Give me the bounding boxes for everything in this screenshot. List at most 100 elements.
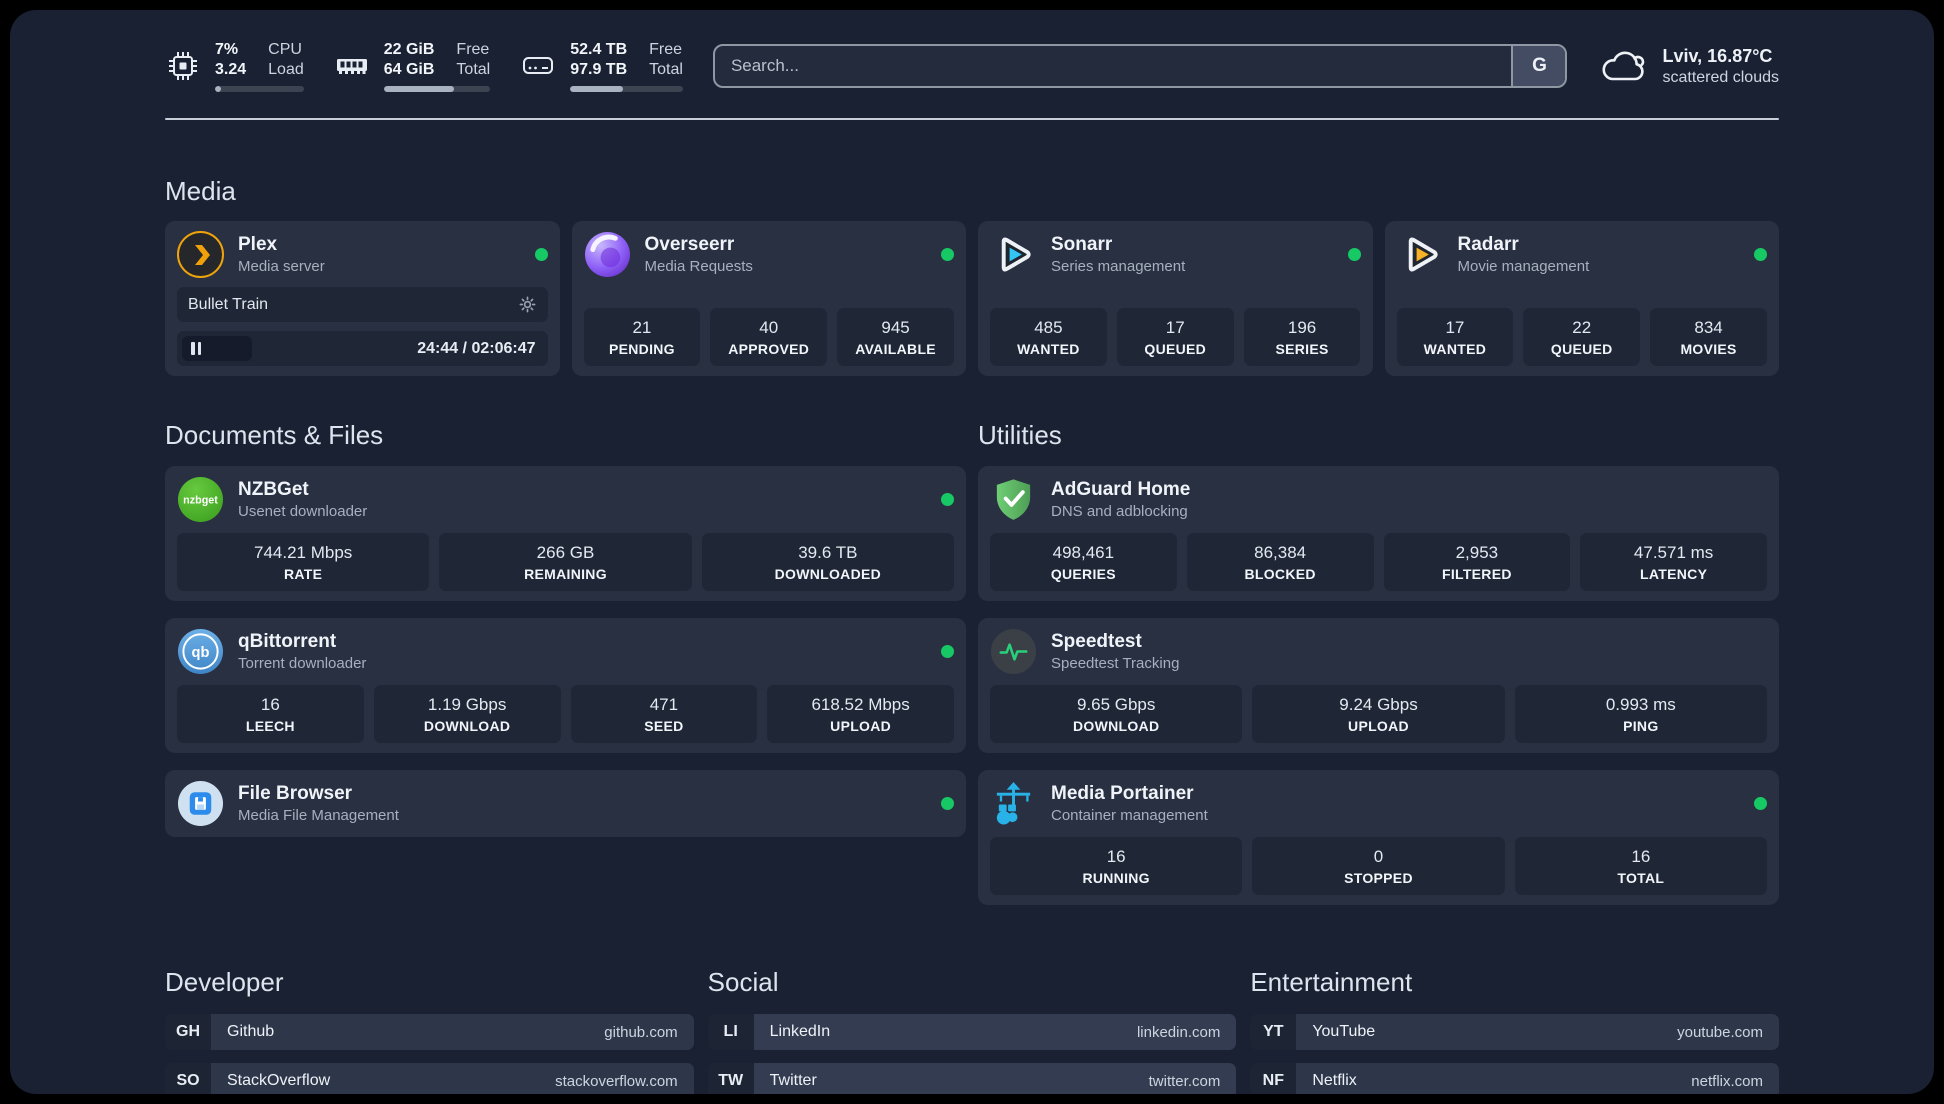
nzbget-icon: nzbget [177, 476, 224, 523]
ram-icon [334, 48, 370, 84]
link-badge: NF [1250, 1063, 1297, 1094]
app-subtitle: Series management [1051, 258, 1186, 275]
disk-total-value: 97.9 TB [570, 61, 628, 78]
stat-tile: 945 AVAILABLE [837, 308, 954, 366]
status-dot [941, 248, 954, 261]
app-name: Media Portainer [1051, 783, 1194, 804]
app-card-overseerr[interactable]: Overseerr Media Requests 21 PENDING 40 APP… [571, 221, 966, 376]
google-search-button[interactable]: G [1511, 46, 1566, 86]
link-name: YouTube [1312, 1023, 1376, 1040]
stat-tile: 618.52 Mbps UPLOAD [767, 685, 954, 743]
svg-text:qb: qb [192, 645, 210, 661]
link-badge: LI [707, 1014, 754, 1050]
app-subtitle: Speedtest Tracking [1051, 655, 1180, 672]
stat-tile: 498,461 QUERIES [990, 533, 1177, 591]
ram-progress-bar [383, 86, 491, 92]
app-subtitle: Container management [1051, 807, 1208, 824]
app-card-plex[interactable]: Plex Media server Bullet Train 24:44 / 0… [165, 221, 560, 376]
cpu-usage-value: 7% [215, 41, 239, 58]
link-badge: SO [165, 1063, 211, 1094]
stat-tile: 1.19 Gbps DOWNLOAD [373, 685, 561, 743]
app-card-qbittorrent[interactable]: qb qBittorrent Torrent downloader 16 LEEC… [165, 618, 966, 753]
ram-total-value: 64 GiB [383, 61, 435, 78]
link-row-stackoverflow[interactable]: SO StackOverflow stackoverflow.com [165, 1063, 694, 1094]
disk-icon [520, 48, 556, 84]
app-subtitle: Usenet downloader [238, 503, 368, 520]
app-subtitle: Torrent downloader [238, 655, 367, 672]
app-name: File Browser [238, 783, 353, 804]
app-card-portainer[interactable]: Media Portainer Container management 16 R… [978, 770, 1779, 905]
stat-tile: 86,384 BLOCKED [1186, 533, 1374, 591]
stat-tile: 2,953 FILTERED [1383, 533, 1571, 591]
status-dot [941, 645, 954, 658]
sonarr-icon [990, 231, 1037, 278]
app-card-speedtest[interactable]: Speedtest Speedtest Tracking 9.65 Gbps DO… [978, 618, 1779, 753]
stat-tile: 266 GB REMAINING [439, 533, 692, 591]
link-name: Twitter [769, 1072, 817, 1089]
plex-icon [177, 231, 224, 278]
link-url: youtube.com [1677, 1023, 1763, 1041]
status-dot [534, 248, 548, 261]
top-bar: 7% 3.24 CPU Load 22 GiB 64 GiB Free Tota… [165, 40, 1779, 92]
app-card-filebrowser[interactable]: File Browser Media File Management [165, 770, 966, 837]
stat-tile: 744.21 Mbps RATE [177, 533, 430, 591]
stat-tile: 16 LEECH [177, 685, 364, 743]
app-card-nzbget[interactable]: nzbget NZBGet Usenet downloader 744.21 M… [165, 466, 966, 601]
stat-tile: 9.65 Gbps DOWNLOAD [990, 685, 1243, 743]
stat-tile: 196 SERIES [1243, 308, 1361, 366]
ram-free-value: 22 GiB [383, 41, 435, 58]
link-name: Netflix [1312, 1072, 1357, 1089]
app-card-adguard[interactable]: AdGuard Home DNS and adblocking 498,461 Q… [978, 466, 1779, 601]
stat-tile: 9.24 Gbps UPLOAD [1252, 685, 1505, 743]
cpu-usage-label: CPU [268, 41, 302, 58]
weather-condition: scattered clouds [1662, 68, 1779, 86]
app-card-radarr[interactable]: Radarr Movie management 17 WANTED 22 QUEUE… [1384, 221, 1779, 376]
link-row-youtube[interactable]: YT YouTube youtube.com [1250, 1014, 1779, 1050]
app-card-sonarr[interactable]: Sonarr Series management 485 WANTED 17 QUE… [978, 221, 1373, 376]
stat-tile: 21 PENDING [583, 308, 701, 366]
cpu-icon [165, 48, 201, 84]
utilities-column: Utilities AdGuard Home DNS and adblockin… [978, 420, 1779, 905]
weather-location-temp: Lviv, 16.87°C [1662, 45, 1773, 66]
status-dot [1347, 248, 1361, 261]
section-title-social: Social [707, 967, 779, 997]
gear-icon[interactable] [518, 295, 537, 314]
app-subtitle: Media Requests [644, 258, 753, 275]
link-badge: GH [165, 1014, 211, 1050]
social-links-column: Social LI LinkedIn linkedin.com TW Twitt… [707, 967, 1237, 1094]
stat-tile: 471 SEED [570, 685, 758, 743]
search-input[interactable] [712, 44, 1568, 88]
stat-tile: 47.571 ms LATENCY [1580, 533, 1767, 591]
stat-tile: 16 RUNNING [990, 837, 1243, 895]
pause-button[interactable] [182, 336, 253, 361]
link-name: LinkedIn [769, 1023, 831, 1040]
header-divider [165, 118, 1779, 120]
stat-tile: 0 STOPPED [1252, 837, 1505, 895]
link-row-linkedin[interactable]: LI LinkedIn linkedin.com [707, 1014, 1237, 1050]
qbittorrent-icon: qb [177, 628, 224, 675]
link-row-netflix[interactable]: NF Netflix netflix.com [1250, 1063, 1779, 1094]
disk-total-label: Total [649, 61, 683, 78]
overseerr-icon [584, 231, 631, 278]
search-bar: G [712, 44, 1568, 88]
link-row-github[interactable]: GH Github github.com [165, 1014, 694, 1050]
stat-tile: 17 QUEUED [1116, 308, 1234, 366]
status-dot [941, 797, 954, 810]
app-subtitle: Media server [238, 258, 325, 275]
app-name: NZBGet [238, 479, 309, 500]
documents-column: Documents & Files nzbget NZBGet Usenet d… [165, 420, 966, 905]
radarr-icon [1397, 231, 1444, 278]
now-playing-row: Bullet Train [177, 287, 548, 322]
disk-free-value: 52.4 TB [570, 41, 628, 58]
section-title-developer: Developer [165, 967, 284, 997]
media-grid: Plex Media server Bullet Train 24:44 / 0… [165, 221, 1779, 376]
dashboard-panel: 7% 3.24 CPU Load 22 GiB 64 GiB Free Tota… [10, 10, 1934, 1094]
status-dot [1754, 797, 1767, 810]
link-badge: TW [707, 1063, 754, 1094]
link-name: StackOverflow [227, 1072, 331, 1089]
adguard-icon [990, 476, 1037, 523]
playback-progress-row: 24:44 / 02:06:47 [177, 331, 548, 366]
app-name: Sonarr [1051, 234, 1113, 255]
link-row-twitter[interactable]: TW Twitter twitter.com [707, 1063, 1237, 1094]
stat-tile: 16 TOTAL [1514, 837, 1767, 895]
